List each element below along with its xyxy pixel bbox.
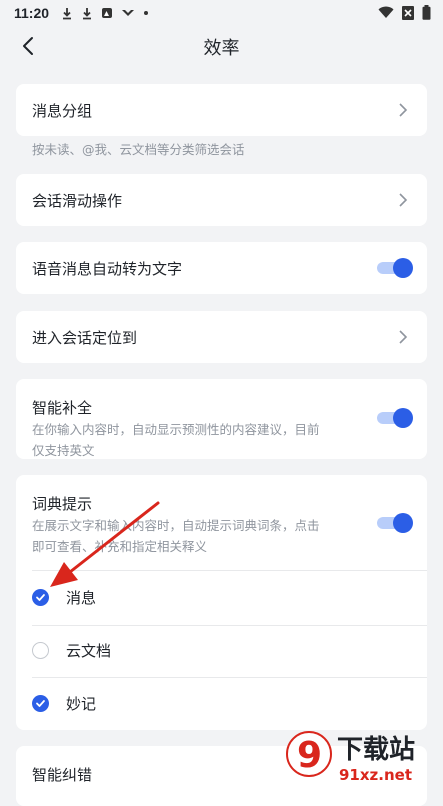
close-x-icon (402, 5, 414, 20)
watermark-logo-glyph: 9 (297, 735, 322, 776)
bird-app-icon (122, 10, 135, 16)
message-group-caption: 按未读、@我、云文档等分类筛选会话 (32, 142, 245, 157)
message-group-row[interactable]: 消息分组 (16, 84, 427, 136)
checkmark-icon (36, 700, 45, 707)
checkmark-icon (36, 594, 45, 601)
dictionary-hint-desc: 在展示文字和输入内容时，自动提示词典词条，点击 即可查看、补充和指定相关释义 (32, 518, 320, 554)
page-title: 效率 (203, 38, 240, 59)
smart-correct-label: 智能纠错 (32, 766, 93, 784)
chevron-right-icon (399, 330, 408, 344)
enter-chat-position-label: 进入会话定位到 (32, 329, 138, 347)
watermark-logo: 9 下载站 91xz.net (273, 724, 443, 789)
chevron-right-icon (399, 103, 408, 117)
watermark-title: 下载站 (337, 735, 415, 765)
voice-to-text-row: 语音消息自动转为文字 (16, 242, 427, 294)
option-messages[interactable]: 消息 (16, 572, 427, 624)
battery-icon (422, 5, 431, 20)
smart-complete-toggle[interactable] (377, 408, 413, 428)
checkbox-checked[interactable] (32, 589, 49, 606)
swipe-actions-label: 会话滑动操作 (32, 192, 123, 210)
divider (32, 570, 427, 571)
chevron-right-icon (399, 193, 408, 207)
status-time: 11:20 (14, 5, 50, 21)
dot-icon (144, 11, 149, 15)
checkbox-checked[interactable] (32, 695, 49, 712)
option-minutes-label: 妙记 (66, 695, 97, 713)
dictionary-hint-label: 词典提示 (32, 495, 93, 513)
swipe-actions-row[interactable]: 会话滑动操作 (16, 174, 427, 226)
option-cloud-docs-label: 云文档 (66, 642, 112, 660)
enter-chat-position-row[interactable]: 进入会话定位到 (16, 311, 427, 363)
option-messages-label: 消息 (66, 589, 97, 607)
message-group-label: 消息分组 (32, 102, 93, 120)
smart-complete-label: 智能补全 (32, 399, 93, 417)
watermark-url: 91xz.net (339, 766, 412, 784)
wifi-icon (378, 6, 394, 18)
download-icon (83, 7, 92, 19)
option-cloud-docs[interactable]: 云文档 (16, 625, 427, 677)
voice-to-text-label: 语音消息自动转为文字 (32, 260, 183, 278)
status-bar: 11:20 (0, 0, 443, 26)
option-minutes[interactable]: 妙记 (16, 678, 427, 730)
smart-complete-row: 智能补全 在你输入内容时，自动显示预测性的内容建议，目前 仅支持英文 (16, 379, 427, 459)
dictionary-hint-card: 词典提示 在展示文字和输入内容时，自动提示词典词条，点击 即可查看、补充和指定相… (16, 475, 427, 730)
voice-to-text-toggle[interactable] (377, 258, 413, 278)
download-icon (63, 7, 72, 19)
smart-complete-desc: 在你输入内容时，自动显示预测性的内容建议，目前 仅支持英文 (32, 422, 320, 458)
photo-app-icon (102, 8, 113, 18)
dictionary-hint-toggle[interactable] (377, 513, 413, 533)
header: 效率 (0, 26, 443, 66)
checkbox-unchecked[interactable] (32, 642, 49, 659)
